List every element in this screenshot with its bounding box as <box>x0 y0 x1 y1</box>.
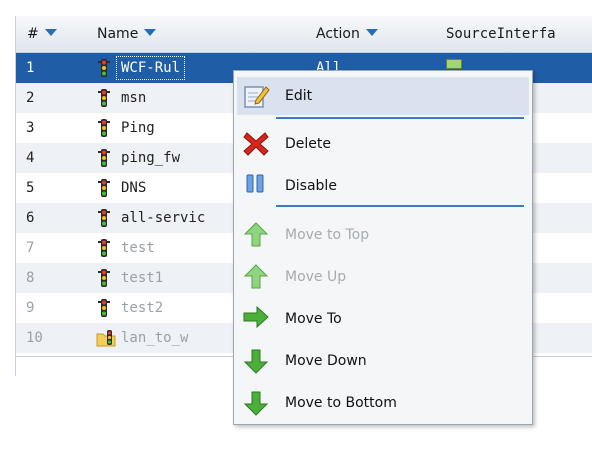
rule-name[interactable]: all-servic <box>121 203 205 233</box>
menu-item-disable[interactable]: Disable <box>237 167 529 205</box>
row-number: 4 <box>26 150 35 166</box>
menu-separator <box>276 205 524 207</box>
traffic-light-icon <box>98 299 110 317</box>
menu-item-label: Edit <box>285 88 313 104</box>
row-number: 10 <box>26 330 43 346</box>
context-menu: Edit Delete Disable Move to Top Move Up … <box>233 70 533 425</box>
rule-name[interactable]: WCF-Rul <box>115 56 186 80</box>
arrow-right-icon <box>243 305 269 329</box>
menu-item-move-down[interactable]: Move Down <box>237 342 529 380</box>
traffic-light-icon <box>98 209 110 227</box>
menu-item-delete[interactable]: Delete <box>237 125 529 163</box>
menu-item-label: Move Up <box>285 269 347 285</box>
arrow-up-icon <box>243 264 269 289</box>
rule-name[interactable]: lan_to_w <box>121 323 188 353</box>
sort-down-icon[interactable] <box>144 29 157 36</box>
menu-item-label: Move to Top <box>285 227 370 243</box>
sort-down-icon[interactable] <box>44 29 57 36</box>
traffic-light-icon <box>98 119 110 137</box>
menu-item-move-up[interactable]: Move Up <box>237 258 529 296</box>
traffic-light-icon <box>98 89 110 107</box>
rule-name[interactable]: ping_fw <box>121 143 180 173</box>
traffic-light-icon <box>98 149 110 167</box>
interface-icon <box>446 59 462 69</box>
menu-item-label: Move to Bottom <box>285 395 397 411</box>
column-header-number-label: # <box>27 26 39 42</box>
row-number: 6 <box>26 210 35 226</box>
traffic-light-icon <box>98 269 110 287</box>
menu-separator <box>276 117 524 119</box>
menu-item-label: Delete <box>285 136 331 152</box>
folder-traffic-light-icon <box>96 330 116 347</box>
delete-icon <box>243 132 269 156</box>
row-number: 5 <box>26 180 35 196</box>
sort-down-icon[interactable] <box>365 29 378 36</box>
arrow-down-icon <box>243 391 269 416</box>
pause-icon <box>246 174 264 193</box>
row-number: 1 <box>26 60 35 76</box>
column-header-name[interactable]: Name <box>97 16 157 53</box>
rule-name[interactable]: test2 <box>121 293 163 323</box>
grid-header: # Name Action SourceInterfa <box>16 16 592 53</box>
row-number: 7 <box>26 240 35 256</box>
rule-name[interactable]: DNS <box>121 173 146 203</box>
menu-item-move-to[interactable]: Move To <box>237 300 529 338</box>
menu-item-edit[interactable]: Edit <box>237 77 529 115</box>
row-number: 3 <box>26 120 35 136</box>
arrow-down-icon <box>243 349 269 374</box>
menu-item-label: Disable <box>285 178 337 194</box>
edit-icon <box>244 86 270 108</box>
column-header-action-label: Action <box>316 26 360 42</box>
menu-item-label: Move Down <box>285 353 367 369</box>
row-number: 8 <box>26 270 35 286</box>
column-header-name-label: Name <box>97 26 139 42</box>
traffic-light-icon <box>98 59 110 77</box>
column-header-source-label: SourceInterfa <box>446 26 556 42</box>
row-number: 9 <box>26 300 35 316</box>
menu-item-move-to-bottom[interactable]: Move to Bottom <box>237 384 529 422</box>
rule-name[interactable]: Ping <box>121 113 155 143</box>
menu-item-label: Move To <box>285 311 342 327</box>
rule-name[interactable]: test1 <box>121 263 163 293</box>
rule-name[interactable]: msn <box>121 83 146 113</box>
row-number: 2 <box>26 90 35 106</box>
column-header-action[interactable]: Action <box>316 16 378 53</box>
arrow-up-icon <box>243 222 269 247</box>
column-header-source-interface[interactable]: SourceInterfa <box>446 16 556 53</box>
traffic-light-icon <box>98 179 110 197</box>
column-header-number[interactable]: # <box>27 16 57 53</box>
traffic-light-icon <box>98 239 110 257</box>
menu-item-move-to-top[interactable]: Move to Top <box>237 216 529 254</box>
rule-name[interactable]: test <box>121 233 155 263</box>
